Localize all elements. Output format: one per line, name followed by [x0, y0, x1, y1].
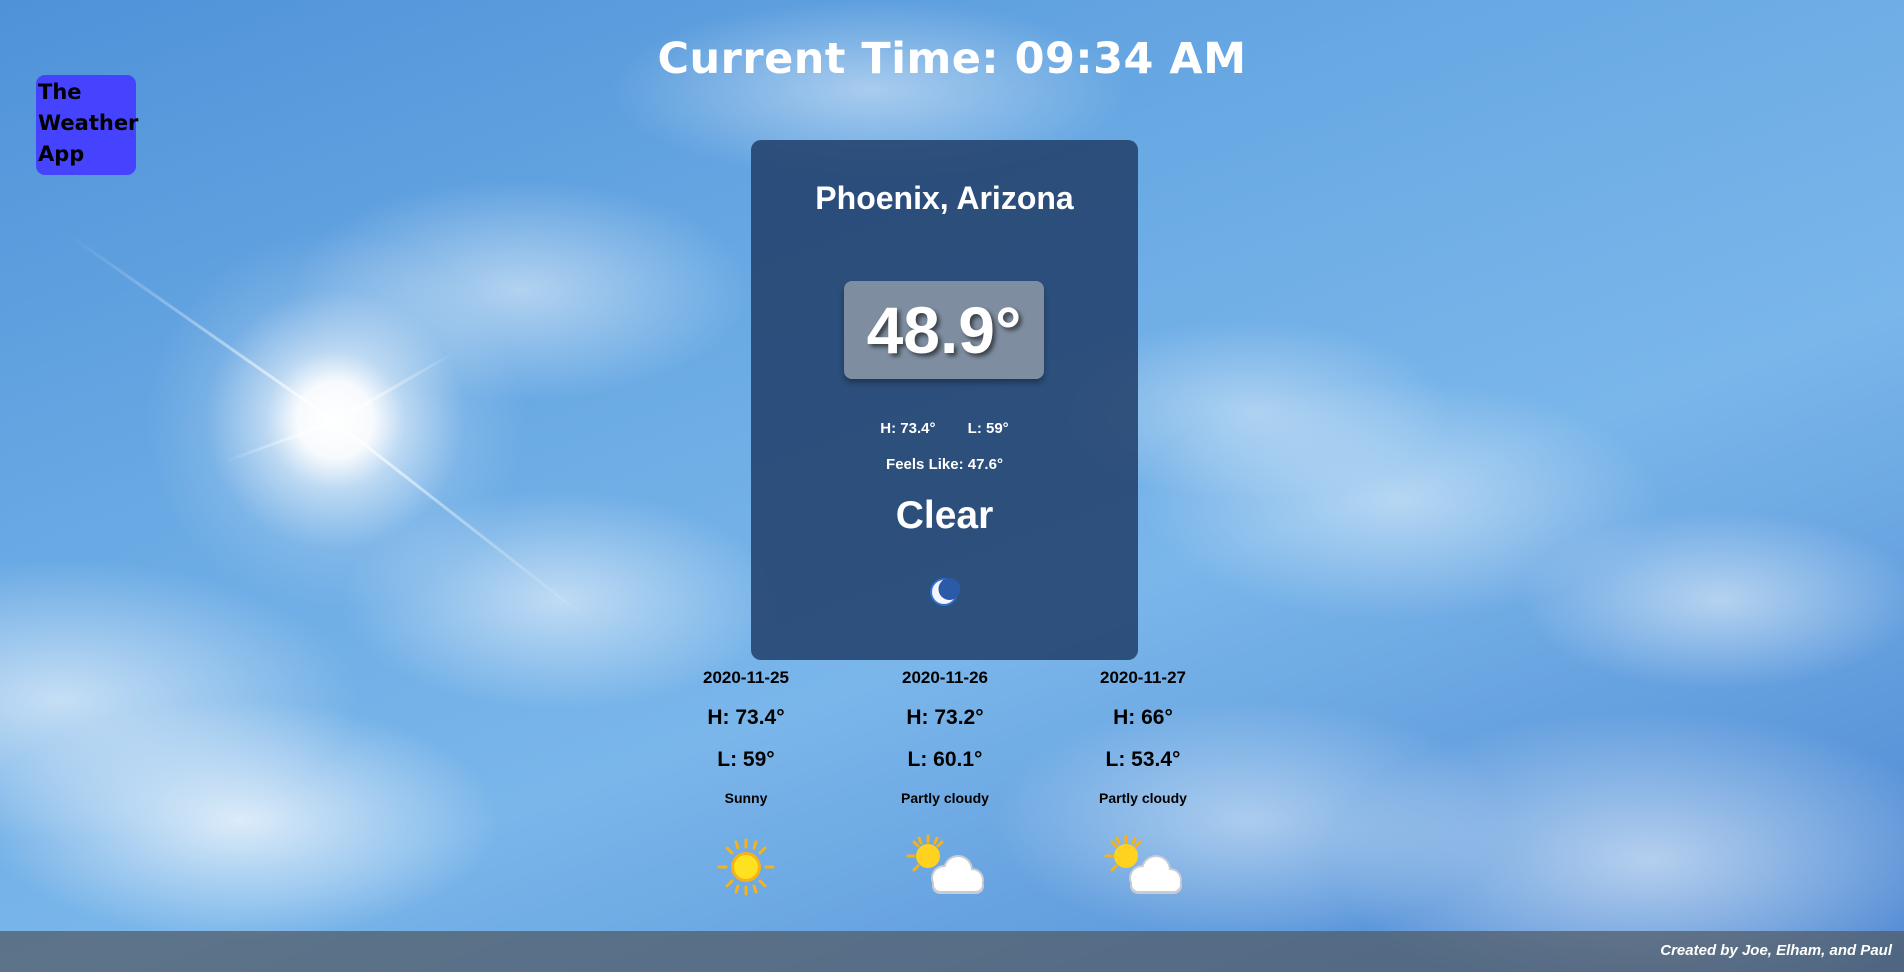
- sun-ray: [63, 230, 336, 423]
- current-time: Current Time: 09:34 AM: [657, 34, 1247, 84]
- moon-icon: [930, 578, 960, 606]
- sun-icon: [717, 838, 775, 896]
- forecast-high: H: 73.2°: [906, 706, 984, 729]
- current-high-low: H: 73.4° L: 59°: [751, 420, 1138, 437]
- feels-like: Feels Like: 47.6°: [886, 456, 1003, 473]
- forecast-day: 2020-11-27 H: 66° L: 53.4° Partly cloudy: [1043, 668, 1243, 900]
- current-weather-card: Phoenix, Arizona 48.9° H: 73.4° L: 59° F…: [751, 140, 1138, 660]
- footer-credit: Created by Joe, Elham, and Paul: [1660, 942, 1892, 959]
- forecast-date: 2020-11-27: [1099, 668, 1187, 687]
- sun-ray: [334, 420, 596, 626]
- current-temperature: 48.9°: [844, 281, 1044, 379]
- city-name: Phoenix, Arizona: [815, 180, 1074, 216]
- partly-cloudy-icon: [906, 834, 984, 894]
- current-high: H: 73.4°: [880, 420, 936, 437]
- app-logo[interactable]: The Weather App: [36, 75, 138, 175]
- forecast-high: H: 66°: [1113, 706, 1173, 729]
- forecast-low: L: 59°: [717, 748, 775, 771]
- current-low: L: 59°: [967, 420, 1009, 437]
- forecast-description: Sunny: [724, 790, 768, 806]
- forecast-date: 2020-11-25: [702, 668, 790, 687]
- footer-bar: Created by Joe, Elham, and Paul: [0, 931, 1904, 972]
- forecast-description: Partly cloudy: [901, 790, 989, 806]
- forecast-date: 2020-11-26: [901, 668, 989, 687]
- current-condition: Clear: [895, 494, 994, 537]
- forecast-description: Partly cloudy: [1099, 790, 1187, 806]
- sun-ray: [221, 420, 336, 464]
- forecast-low: L: 60.1°: [907, 748, 983, 771]
- forecast-day: 2020-11-25 H: 73.4° L: 59° Sunny: [646, 668, 846, 900]
- partly-cloudy-icon: [1104, 834, 1182, 894]
- forecast-low: L: 53.4°: [1105, 748, 1181, 771]
- forecast-high: H: 73.4°: [707, 706, 785, 729]
- forecast-day: 2020-11-26 H: 73.2° L: 60.1° Partly clou…: [845, 668, 1045, 900]
- sun-ray: [334, 350, 457, 423]
